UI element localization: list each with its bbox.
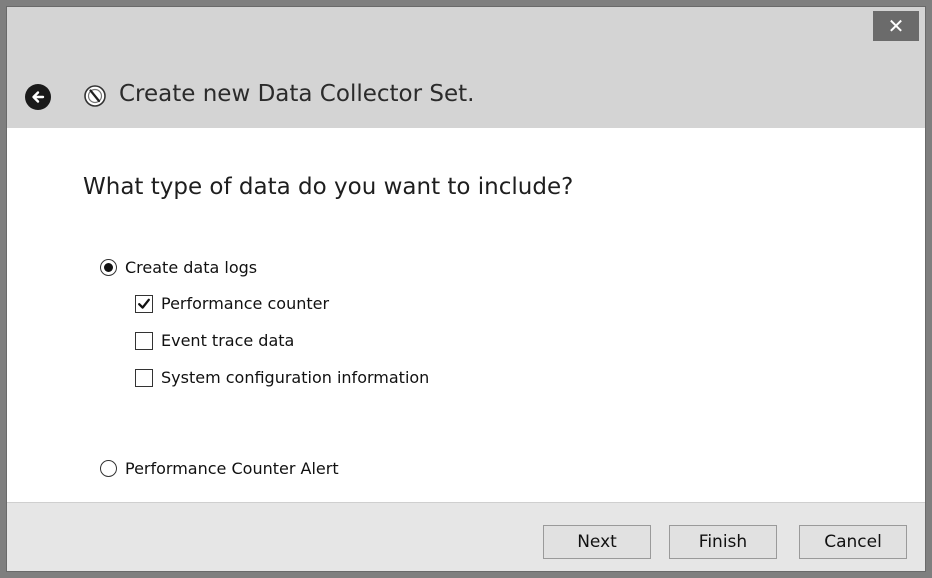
radio-create-data-logs[interactable]: Create data logs [100, 258, 257, 277]
radio-indicator[interactable] [100, 460, 117, 477]
page-heading: What type of data do you want to include… [83, 174, 574, 200]
wizard-content: What type of data do you want to include… [7, 128, 925, 502]
radio-label: Create data logs [125, 258, 258, 277]
finish-button[interactable]: Finish [669, 525, 777, 559]
radio-label: Performance Counter Alert [125, 459, 339, 478]
radio-indicator[interactable] [100, 259, 117, 276]
checkbox-label: System configuration information [161, 368, 430, 387]
dialog-window: ✕ Create new Data Collector Set. What ty… [6, 6, 926, 572]
close-button[interactable]: ✕ [873, 11, 919, 41]
checkbox-indicator[interactable] [135, 331, 153, 350]
close-icon: ✕ [887, 14, 905, 38]
back-arrow-icon [32, 91, 45, 103]
checkbox-system-configuration-information[interactable]: System configuration information [135, 368, 429, 387]
title-bar: Create new Data Collector Set. [7, 69, 925, 125]
cancel-button[interactable]: Cancel [799, 525, 907, 559]
checkbox-label: Event trace data [161, 331, 295, 350]
checkbox-event-trace-data[interactable]: Event trace data [135, 331, 294, 350]
checkbox-label: Performance counter [161, 294, 330, 313]
checkmark-icon [138, 298, 150, 309]
next-button[interactable]: Next [543, 525, 651, 559]
back-button[interactable] [25, 84, 51, 110]
button-bar: Next Finish Cancel [7, 502, 925, 571]
dialog-title: Create new Data Collector Set. [119, 81, 475, 107]
checkbox-performance-counter[interactable]: Performance counter [135, 294, 329, 313]
checkbox-indicator[interactable] [135, 294, 153, 313]
checkbox-indicator[interactable] [135, 368, 153, 387]
radio-performance-counter-alert[interactable]: Performance Counter Alert [100, 459, 339, 478]
data-collector-set-icon [84, 85, 106, 107]
